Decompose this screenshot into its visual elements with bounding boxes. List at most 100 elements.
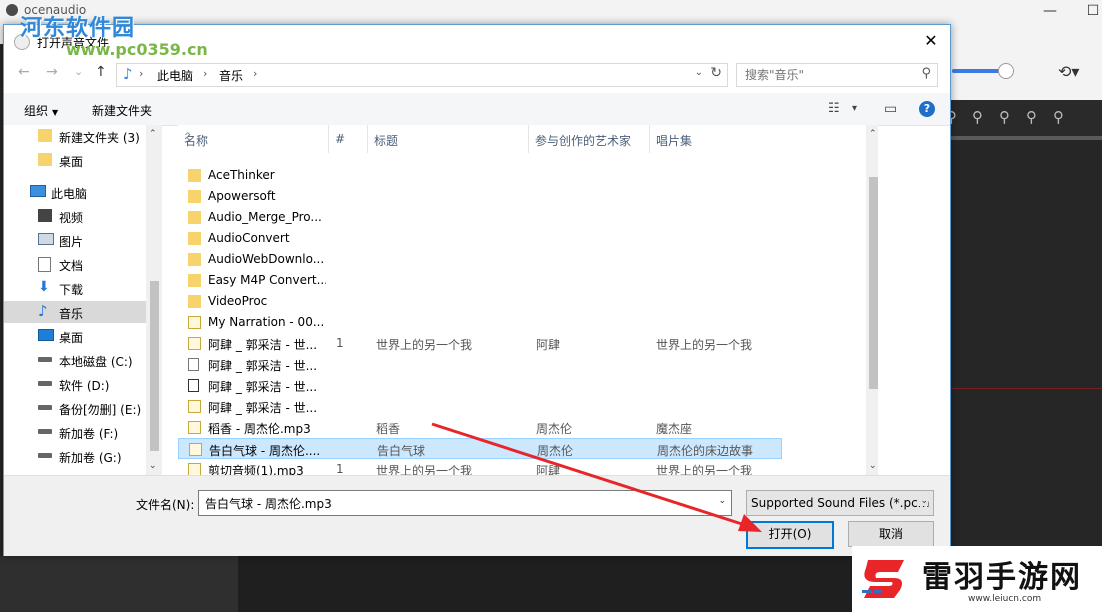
scroll-up-icon[interactable]: ⌃ xyxy=(149,129,157,139)
file-row[interactable]: Easy M4P Convert... xyxy=(178,270,782,291)
music-note-icon: ♪ xyxy=(123,65,133,83)
column-header-album[interactable]: 唱片集 xyxy=(650,125,780,153)
back-arrow-icon[interactable]: ← xyxy=(18,64,30,80)
file-row[interactable]: 告白气球 - 周杰伦.... 告白气球 周杰伦 周杰伦的床边故事 xyxy=(178,438,782,459)
watermark-logo-icon xyxy=(862,560,904,598)
file-list-scrollbar-thumb[interactable] xyxy=(869,177,878,389)
file-name: VideoProc xyxy=(208,294,268,308)
file-row[interactable]: AceThinker xyxy=(178,165,782,186)
new-folder-button[interactable]: 新建文件夹 xyxy=(92,102,152,119)
filename-input[interactable] xyxy=(203,495,707,511)
nav-item-drive-c[interactable]: 本地磁盘 (C:) xyxy=(4,349,146,371)
up-folder-icon[interactable]: ↑ xyxy=(95,64,107,80)
app-volume-slider-track[interactable] xyxy=(952,69,1002,73)
organize-button[interactable]: 组织 ▼ xyxy=(24,102,58,119)
view-options-icon[interactable]: ☷ xyxy=(828,101,840,116)
nav-item-this-pc[interactable]: 此电脑 xyxy=(4,181,146,203)
file-title: 告白气球 xyxy=(377,444,426,458)
cancel-button[interactable]: 取消 xyxy=(848,521,934,547)
nav-item-label: 下载 xyxy=(59,283,84,297)
nav-item-documents[interactable]: 文档 xyxy=(4,253,146,275)
file-row[interactable]: 剪切音频(1).mp3 1 世界上的另一个我 阿肆 世界上的另一个我 xyxy=(178,459,782,475)
nav-item-music[interactable]: ♪ 音乐 xyxy=(4,301,146,323)
nav-item-label: 新加卷 (G:) xyxy=(59,451,122,465)
breadcrumb-separator: › xyxy=(253,67,258,80)
nav-item-label: 软件 (D:) xyxy=(59,379,110,393)
zoom-fit-icon[interactable]: ⚲ xyxy=(1026,108,1037,126)
refresh-icon[interactable]: ↻ xyxy=(710,65,722,81)
dialog-close-button[interactable]: ✕ xyxy=(916,27,946,55)
column-header-title[interactable]: 标题 xyxy=(368,125,529,153)
nav-item-drive-e[interactable]: 备份[勿删] (E:) xyxy=(4,397,146,419)
search-box[interactable]: ⚲ xyxy=(736,63,938,87)
file-row[interactable]: 稻香 - 周杰伦.mp3 稻香 周杰伦 魔杰座 xyxy=(178,417,782,438)
file-row[interactable]: Audio_Merge_Pro... xyxy=(178,207,782,228)
nav-item-drive-g[interactable]: 新加卷 (G:) xyxy=(4,445,146,467)
zoom-in-icon[interactable]: ⚲ xyxy=(972,108,983,126)
nav-item-drive-d[interactable]: 软件 (D:) xyxy=(4,373,146,395)
filetype-value: Supported Sound Files (*.pcm xyxy=(751,496,930,510)
column-header-artist[interactable]: 参与创作的艺术家 xyxy=(529,125,650,153)
filetype-select[interactable]: Supported Sound Files (*.pcm ⌄ xyxy=(746,490,934,516)
filetype-dropdown-icon[interactable]: ⌄ xyxy=(917,496,928,506)
file-name: 告白气球 - 周杰伦.... xyxy=(209,444,321,458)
address-box[interactable]: ♪ › 此电脑 › 音乐 › ⌄ ↻ xyxy=(116,63,728,87)
filename-combobox[interactable]: ⌄ xyxy=(198,490,732,516)
file-row[interactable]: 阿肆 _ 郭采洁 - 世... xyxy=(178,375,782,396)
command-bar: 组织 ▼ 新建文件夹 ☷ ▾ ▭ ? xyxy=(4,93,950,126)
scroll-down-icon[interactable]: ⌄ xyxy=(149,461,157,471)
forward-arrow-icon[interactable]: → xyxy=(46,64,58,80)
file-row[interactable]: 阿肆 _ 郭采洁 - 世... 1 世界上的另一个我 阿肆 世界上的另一个我 xyxy=(178,333,782,354)
help-icon[interactable]: ? xyxy=(919,101,935,117)
file-artist: 阿肆 xyxy=(536,338,561,352)
view-options-dropdown-icon[interactable]: ▾ xyxy=(852,103,857,114)
watermark-bottom-name: 雷羽手游网 xyxy=(922,560,1082,595)
nav-item-desktop[interactable]: 桌面 xyxy=(4,325,146,347)
column-header-name[interactable]: 名称 ^ xyxy=(178,125,329,153)
nav-item-desktop-folder[interactable]: 桌面 xyxy=(4,149,146,171)
column-header-number[interactable]: # xyxy=(329,125,368,153)
file-row[interactable]: My Narration - 00... xyxy=(178,312,782,333)
nav-item-downloads[interactable]: ⬇ 下载 xyxy=(4,277,146,299)
nav-item-label: 桌面 xyxy=(59,331,84,345)
file-name: Apowersoft xyxy=(208,189,276,203)
file-name: 阿肆 _ 郭采洁 - 世... xyxy=(208,401,318,415)
nav-scrollbar-thumb[interactable] xyxy=(150,281,159,451)
preview-pane-icon[interactable]: ▭ xyxy=(884,101,897,117)
audio-file-icon xyxy=(188,463,201,475)
folder-icon xyxy=(188,232,201,245)
file-album: 魔杰座 xyxy=(656,422,693,436)
scroll-down-icon[interactable]: ⌄ xyxy=(869,461,877,471)
app-minimize-button[interactable]: — xyxy=(1035,2,1065,22)
file-name: 阿肆 _ 郭采洁 - 世... xyxy=(208,359,318,373)
filename-dropdown-icon[interactable]: ⌄ xyxy=(718,496,726,506)
watermark-top-title: 河东软件园 xyxy=(20,16,136,41)
file-row[interactable]: AudioWebDownlo... xyxy=(178,249,782,270)
nav-item-label: 本地磁盘 (C:) xyxy=(59,355,133,369)
scroll-up-icon[interactable]: ⌃ xyxy=(869,129,877,139)
zoom-out-icon[interactable]: ⚲ xyxy=(999,108,1010,126)
nav-item-videos[interactable]: 视频 xyxy=(4,205,146,227)
nav-item-pictures[interactable]: 图片 xyxy=(4,229,146,251)
recent-locations-icon[interactable]: ⌄ xyxy=(74,65,83,78)
breadcrumb-this-pc[interactable]: 此电脑 xyxy=(157,67,193,84)
folder-icon xyxy=(188,274,201,287)
app-maximize-button[interactable]: ☐ xyxy=(1078,2,1102,22)
app-volume-slider-knob[interactable] xyxy=(998,63,1014,79)
history-icon[interactable]: ⟲▾ xyxy=(1058,62,1079,81)
zoom-selection-icon[interactable]: ⚲ xyxy=(1053,108,1064,126)
open-button[interactable]: 打开(O) xyxy=(746,521,834,549)
address-dropdown-icon[interactable]: ⌄ xyxy=(695,67,703,78)
file-row[interactable]: AudioConvert xyxy=(178,228,782,249)
search-icon[interactable]: ⚲ xyxy=(921,66,931,81)
search-input[interactable] xyxy=(743,67,917,83)
file-row[interactable]: Apowersoft xyxy=(178,186,782,207)
nav-item-new-folder-3[interactable]: 新建文件夹 (3) xyxy=(4,125,146,147)
file-row[interactable]: VideoProc xyxy=(178,291,782,312)
file-row[interactable]: 阿肆 _ 郭采洁 - 世... xyxy=(178,396,782,417)
breadcrumb-music[interactable]: 音乐 xyxy=(219,67,243,84)
column-header-label: # xyxy=(335,132,346,146)
breadcrumb-separator: › xyxy=(203,67,208,80)
nav-item-drive-f[interactable]: 新加卷 (F:) xyxy=(4,421,146,443)
file-row[interactable]: 阿肆 _ 郭采洁 - 世... xyxy=(178,354,782,375)
